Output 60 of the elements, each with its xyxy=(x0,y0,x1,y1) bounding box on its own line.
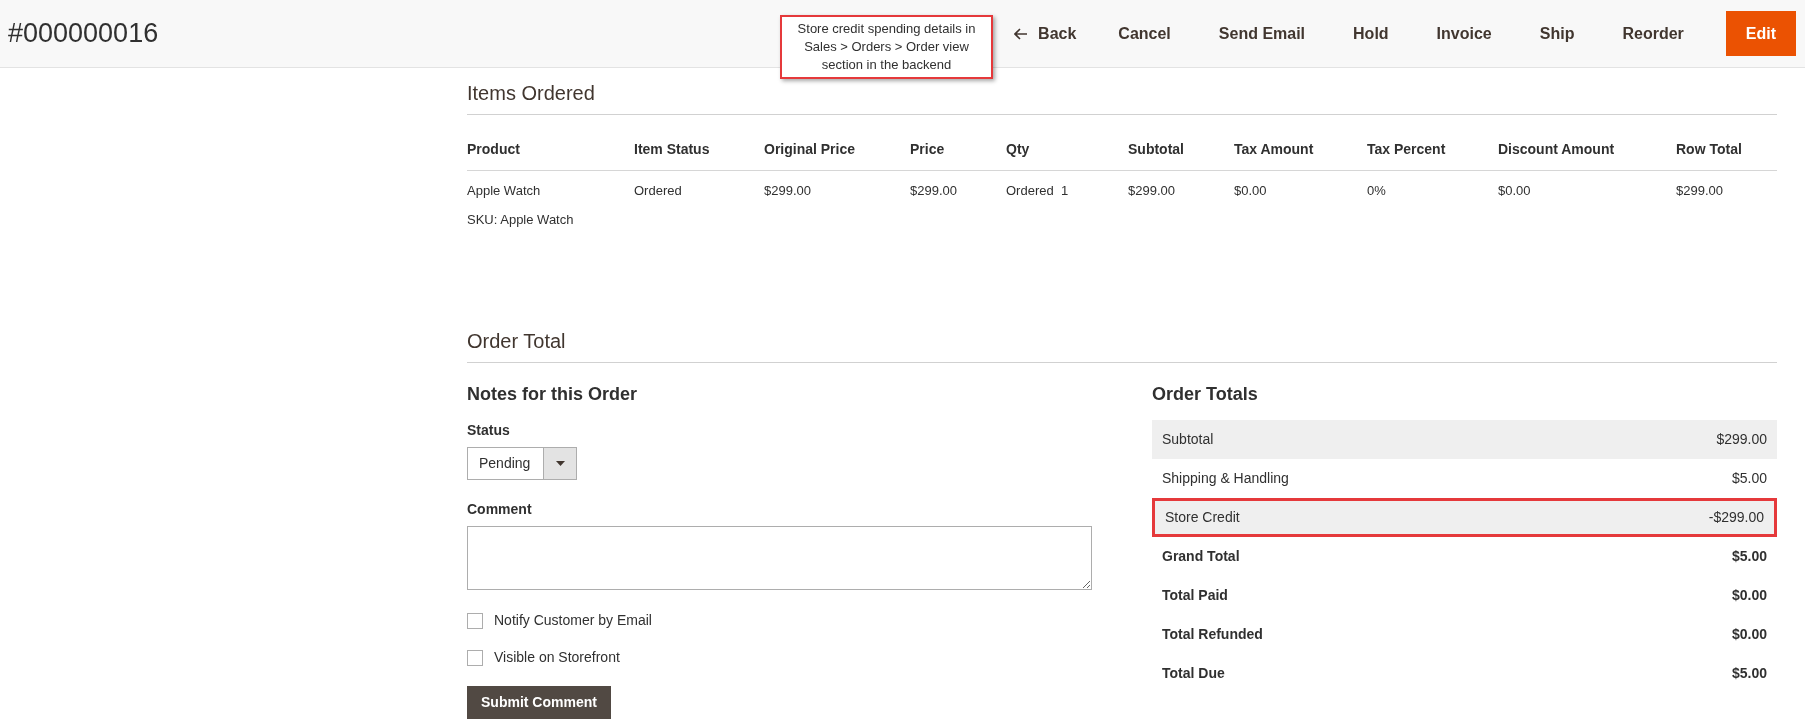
notes-title: Notes for this Order xyxy=(467,383,639,406)
section-title: Order Total xyxy=(467,326,1777,363)
table-cell-text: $299.00 xyxy=(764,182,812,200)
checkbox-label: Notify Customer by Email xyxy=(494,611,652,630)
column-header: Tax Percent xyxy=(1367,140,1447,159)
annotation-callout: Store credit spending details in Sales > Orders > Order view section in the backend xyxy=(780,15,993,79)
column-header: Qty xyxy=(1006,140,1031,159)
product-sku: SKU: Apple Watch xyxy=(467,210,575,229)
totals-label: Store Credit xyxy=(1165,508,1240,527)
action-button[interactable]: Send Email xyxy=(1204,11,1320,56)
action-button[interactable]: Invoice xyxy=(1422,11,1506,56)
column-header: Item Status xyxy=(634,140,711,159)
dropdown-caret-icon xyxy=(555,461,565,466)
section-title: Items Ordered xyxy=(467,78,1777,115)
column-header: Tax Amount xyxy=(1234,140,1315,159)
column-header: Price xyxy=(910,140,946,159)
totals-label: Shipping & Handling xyxy=(1162,469,1289,488)
action-button[interactable]: Reorder xyxy=(1608,11,1698,56)
table-cell-text: $0.00 xyxy=(1498,182,1532,200)
totals-value: $0.00 xyxy=(1731,586,1767,605)
table-cell-text: Ordered 1 xyxy=(1006,182,1070,200)
totals-value: $299.00 xyxy=(1716,430,1767,449)
submit-comment-button[interactable]: Submit Comment xyxy=(467,686,611,719)
table-cell-text: $299.00 xyxy=(1676,182,1724,200)
column-header: Original Price xyxy=(764,140,857,159)
column-header: Discount Amount xyxy=(1498,140,1616,159)
totals-value: $0.00 xyxy=(1731,625,1767,644)
checkbox-label: Visible on Storefront xyxy=(494,648,620,667)
order-number-title: #000000016 xyxy=(8,17,159,51)
column-header: Row Total xyxy=(1676,140,1743,159)
back-arrow-icon xyxy=(1014,27,1029,40)
action-button[interactable]: Cancel xyxy=(1104,11,1185,56)
column-header: Subtotal xyxy=(1128,140,1185,159)
totals-value: $5.00 xyxy=(1731,547,1767,566)
totals-value: $5.00 xyxy=(1731,664,1767,683)
totals-label: Total Paid xyxy=(1162,586,1228,605)
action-button[interactable]: Ship xyxy=(1525,11,1589,56)
status-label: Status xyxy=(467,421,511,440)
table-cell-text: $299.00 xyxy=(910,182,958,200)
back-button[interactable]: Back xyxy=(1010,11,1081,56)
totals-title: Order Totals xyxy=(1152,383,1259,406)
totals-value: -$299.00 xyxy=(1708,508,1764,527)
action-button[interactable]: Hold xyxy=(1339,11,1403,56)
table-cell-text: Ordered xyxy=(634,182,683,200)
table-cell-text: $0.00 xyxy=(1234,182,1268,200)
totals-label: Total Due xyxy=(1162,664,1225,683)
table-cell-text: 0% xyxy=(1367,182,1387,200)
comment-label: Comment xyxy=(467,500,533,519)
totals-label: Grand Total xyxy=(1162,547,1240,566)
column-header: Product xyxy=(467,140,521,159)
status-select[interactable]: Pending xyxy=(467,447,577,480)
comment-field[interactable] xyxy=(467,526,1092,590)
totals-label: Subtotal xyxy=(1162,430,1214,449)
edit-button[interactable]: Edit xyxy=(1725,11,1796,56)
totals-value: $5.00 xyxy=(1731,469,1767,488)
table-cell-text: $299.00 xyxy=(1128,182,1176,200)
totals-label: Total Refunded xyxy=(1162,625,1263,644)
product-name: Apple Watch xyxy=(467,182,542,200)
checkbox[interactable] xyxy=(467,612,483,629)
checkbox[interactable] xyxy=(467,649,483,666)
